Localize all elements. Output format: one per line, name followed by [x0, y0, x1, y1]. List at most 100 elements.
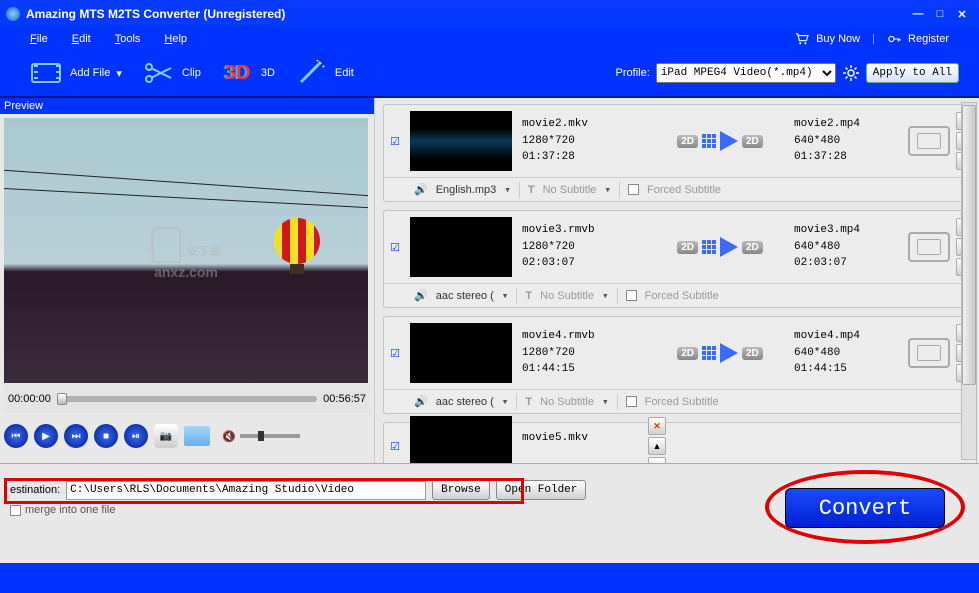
maximize-button[interactable]: □: [929, 6, 951, 22]
menu-edit[interactable]: Edit: [72, 33, 91, 45]
browse-button[interactable]: Browse: [432, 480, 490, 500]
file-row: ☑ movie3.rmvb1280*72002:03:072D2Dmovie3.m…: [383, 210, 977, 308]
gear-icon[interactable]: [842, 64, 860, 82]
stop-button[interactable]: ■: [94, 424, 118, 448]
input-info: movie3.rmvb1280*72002:03:07: [516, 222, 646, 272]
preview-header: Preview: [0, 98, 374, 114]
destination-label: estination:: [10, 484, 60, 496]
output-info: movie3.mp4640*48002:03:07: [794, 222, 904, 272]
file-row-footer: 🔊 English.mp3 ▾T No Subtitle ▾ Forced Su…: [384, 177, 976, 201]
wand-icon: [295, 58, 329, 88]
subtitle-track[interactable]: No Subtitle: [543, 184, 597, 196]
snapshot-button[interactable]: 📷: [154, 424, 178, 448]
device-button[interactable]: [908, 232, 950, 262]
subtitle-track[interactable]: No Subtitle: [540, 396, 594, 408]
3d-icon: 3D: [221, 58, 255, 88]
titlebar: Amazing MTS M2TS Converter (Unregistered…: [0, 0, 979, 28]
menu-file[interactable]: File: [30, 33, 48, 45]
forced-subtitle-label: Forced Subtitle: [645, 396, 719, 408]
close-button[interactable]: ✕: [951, 6, 973, 22]
time-start: 00:00:00: [8, 393, 51, 405]
audio-track[interactable]: English.mp3: [436, 184, 497, 196]
conversion-arrow: 2D2D: [646, 131, 794, 151]
time-end: 00:56:57: [323, 393, 366, 405]
forced-subtitle-label: Forced Subtitle: [645, 290, 719, 302]
input-info: movie4.rmvb1280*72001:44:15: [516, 328, 646, 378]
film-icon: [30, 58, 64, 88]
forced-subtitle-checkbox[interactable]: [628, 184, 639, 195]
forced-subtitle-label: Forced Subtitle: [647, 184, 721, 196]
scrollbar[interactable]: [961, 102, 977, 460]
subtitle-track[interactable]: No Subtitle: [540, 290, 594, 302]
file-row: ☑movie5.mkv✕▲▼: [383, 422, 977, 463]
file-row-footer: 🔊 aac stereo ( ▾T No Subtitle ▾ Forced S…: [384, 283, 976, 307]
device-button[interactable]: [908, 126, 950, 156]
snapshot-folder-button[interactable]: [184, 426, 210, 446]
scissors-icon: [142, 58, 176, 88]
playback-controls: ⏮ ▶ ⏭ ■ ⏯ 📷 🔇: [4, 417, 370, 455]
file-checkbox[interactable]: ☑: [384, 135, 406, 148]
conversion-arrow: 2D2D: [646, 237, 794, 257]
mute-icon[interactable]: 🔇: [222, 430, 236, 443]
file-row-footer: 🔊 aac stereo ( ▾T No Subtitle ▾ Forced S…: [384, 389, 976, 413]
window-title: Amazing MTS M2TS Converter (Unregistered…: [26, 7, 285, 21]
file-checkbox[interactable]: ☑: [384, 347, 406, 360]
audio-track[interactable]: aac stereo (: [436, 396, 494, 408]
forced-subtitle-checkbox[interactable]: [626, 290, 637, 301]
audio-track[interactable]: aac stereo (: [436, 290, 494, 302]
step-button[interactable]: ⏯: [124, 424, 148, 448]
add-file-button[interactable]: Add File ▾: [30, 58, 122, 88]
balloon-graphic: [274, 218, 320, 274]
file-checkbox[interactable]: ☑: [384, 241, 406, 254]
merge-label: merge into one file: [25, 504, 116, 516]
cart-icon: [795, 33, 809, 45]
merge-checkbox[interactable]: [10, 505, 21, 516]
profile-label: Profile:: [616, 67, 650, 79]
edit-button[interactable]: Edit: [295, 58, 354, 88]
device-button[interactable]: [908, 338, 950, 368]
play-button[interactable]: ▶: [34, 424, 58, 448]
apply-to-all-button[interactable]: Apply to All: [866, 63, 959, 83]
file-row: ☑movie2.mkv1280*72001:37:282D2Dmovie2.mp…: [383, 104, 977, 202]
input-info: movie5.mkv: [516, 430, 646, 463]
file-thumbnail[interactable]: [410, 217, 512, 277]
file-thumbnail[interactable]: [410, 111, 512, 171]
remove-button[interactable]: ✕: [648, 417, 666, 435]
profile-select[interactable]: iPad MPEG4 Video(*.mp4): [656, 63, 836, 83]
file-checkbox[interactable]: ☑: [384, 440, 406, 453]
file-thumbnail[interactable]: [410, 323, 512, 383]
buy-now-link[interactable]: Buy Now: [795, 33, 860, 45]
file-row: ☑ movie4.rmvb1280*72001:44:152D2Dmovie4.m…: [383, 316, 977, 414]
file-list: ☑movie2.mkv1280*72001:37:282D2Dmovie2.mp…: [374, 98, 979, 463]
minimize-button[interactable]: —: [907, 6, 929, 22]
register-link[interactable]: Register: [887, 33, 949, 45]
timeline: 00:00:00 00:56:57: [4, 385, 370, 413]
destination-input[interactable]: [66, 481, 426, 500]
speaker-icon: 🔊: [414, 395, 428, 408]
open-folder-button[interactable]: Open Folder: [496, 480, 587, 500]
conversion-arrow: 2D2D: [646, 343, 794, 363]
output-info: movie4.mp4640*48001:44:15: [794, 328, 904, 378]
move-up-button[interactable]: ▲: [648, 437, 666, 455]
prev-button[interactable]: ⏮: [4, 424, 28, 448]
bottom-panel: estination: Browse Open Folder merge int…: [0, 463, 979, 563]
file-thumbnail[interactable]: [410, 416, 512, 463]
menu-tools[interactable]: Tools: [115, 33, 141, 45]
next-button[interactable]: ⏭: [64, 424, 88, 448]
volume-slider[interactable]: [240, 434, 300, 438]
speaker-icon: 🔊: [414, 183, 428, 196]
app-logo-icon: [6, 7, 20, 21]
clip-button[interactable]: Clip: [142, 58, 201, 88]
3d-button[interactable]: 3D 3D: [221, 58, 275, 88]
preview-video[interactable]: 安下载anxz.com: [4, 118, 368, 383]
output-info: movie2.mp4640*48001:37:28: [794, 116, 904, 166]
workspace: Preview 安下载anxz.com 00:00:00 00:56:57 ⏮ …: [0, 96, 979, 463]
menubar: File Edit Tools Help Buy Now | Register: [0, 28, 979, 50]
menu-help[interactable]: Help: [164, 33, 187, 45]
key-icon: [887, 33, 901, 45]
preview-pane: Preview 安下载anxz.com 00:00:00 00:56:57 ⏮ …: [0, 98, 374, 463]
forced-subtitle-checkbox[interactable]: [626, 396, 637, 407]
toolbar: Add File ▾ Clip 3D 3D Edit Profile: iPad…: [0, 50, 979, 96]
seek-slider[interactable]: [57, 396, 317, 402]
convert-button[interactable]: Convert: [785, 488, 945, 528]
